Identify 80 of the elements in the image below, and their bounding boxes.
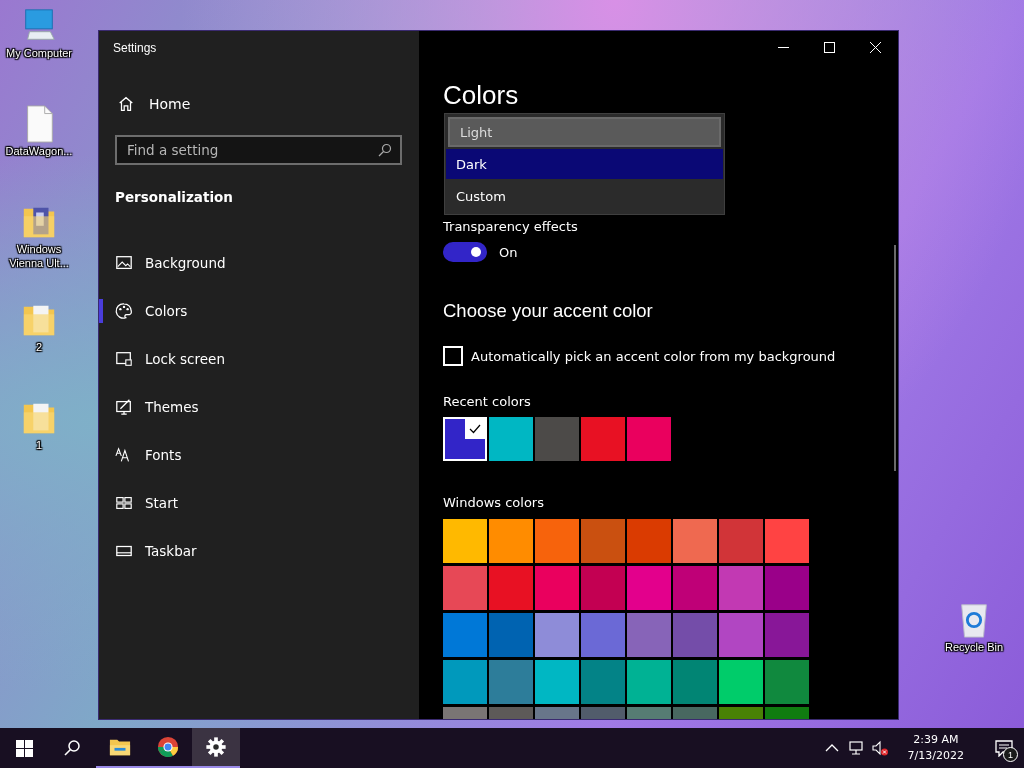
nav-item[interactable]: Colors <box>99 287 419 335</box>
color-swatch[interactable] <box>443 566 487 610</box>
color-swatch[interactable] <box>581 417 625 461</box>
home-icon <box>117 95 135 113</box>
search-icon <box>63 739 81 757</box>
toggle-state: On <box>499 244 518 260</box>
color-swatch[interactable] <box>489 417 533 461</box>
checkbox[interactable] <box>443 346 463 366</box>
subsection-label: Recent colors <box>443 394 532 409</box>
color-swatch[interactable] <box>719 519 763 563</box>
close-icon <box>869 41 881 53</box>
color-swatch[interactable] <box>443 519 487 563</box>
chrome-icon <box>157 736 179 758</box>
nav-item[interactable]: Background <box>99 239 419 287</box>
taskbar-app[interactable] <box>192 728 240 768</box>
lock-screen-icon <box>115 350 133 368</box>
color-swatch[interactable] <box>719 613 763 657</box>
gear-icon <box>205 736 227 758</box>
nav-item[interactable]: Start <box>99 479 419 527</box>
color-swatch[interactable] <box>719 660 763 704</box>
color-swatch[interactable] <box>535 519 579 563</box>
color-swatch[interactable] <box>673 566 717 610</box>
color-swatch[interactable] <box>765 566 809 610</box>
tiles-icon <box>115 494 133 512</box>
color-swatch[interactable] <box>627 660 671 704</box>
subsection-label: Windows colors <box>443 495 545 510</box>
color-swatch[interactable] <box>443 660 487 704</box>
color-swatch[interactable] <box>673 519 717 563</box>
color-swatch[interactable] <box>627 417 671 461</box>
setting-label: Transparency effects <box>443 219 579 234</box>
section-heading: Personalization <box>115 189 233 205</box>
nav-item[interactable]: Taskbar <box>99 527 419 575</box>
color-swatch[interactable] <box>489 613 533 657</box>
desktop-icon-label[interactable]: Recycle Bin <box>936 640 1012 654</box>
network-icon[interactable] <box>847 740 864 756</box>
color-swatch[interactable] <box>719 566 763 610</box>
color-swatch[interactable] <box>489 660 533 704</box>
color-swatch[interactable] <box>765 613 809 657</box>
color-swatch[interactable] <box>627 519 671 563</box>
maximize-icon <box>823 41 835 53</box>
search-field[interactable]: Find a setting <box>115 135 402 165</box>
nav-item[interactable]: Themes <box>99 383 419 431</box>
color-swatch[interactable] <box>535 417 579 461</box>
color-swatch[interactable] <box>535 613 579 657</box>
color-swatch[interactable] <box>489 566 533 610</box>
color-swatch[interactable] <box>673 613 717 657</box>
color-swatch[interactable] <box>673 660 717 704</box>
color-swatch[interactable] <box>581 660 625 704</box>
volume-muted-icon[interactable] <box>871 740 888 756</box>
color-swatch[interactable] <box>581 566 625 610</box>
color-swatch[interactable] <box>489 519 533 563</box>
color-swatch[interactable] <box>765 519 809 563</box>
clock[interactable]: 2:39 AM 7/13/2022 <box>903 732 968 764</box>
nav-item[interactable]: Lock screen <box>99 335 419 383</box>
color-swatch[interactable] <box>581 613 625 657</box>
toggle-switch[interactable] <box>443 242 487 262</box>
color-swatch[interactable] <box>535 660 579 704</box>
color-swatch[interactable] <box>443 417 487 461</box>
dropdown-option[interactable]: Dark <box>446 149 723 179</box>
checkbox-label: Automatically pick an accent color from my background <box>471 348 836 364</box>
color-swatch[interactable] <box>765 660 809 704</box>
windows-logo-icon <box>15 739 33 757</box>
home-link[interactable]: Home <box>115 93 193 115</box>
page-title: Colors <box>443 79 520 111</box>
window-title: Settings <box>113 41 157 55</box>
brush-monitor-icon <box>115 398 133 416</box>
palette-icon <box>115 302 133 320</box>
color-swatch[interactable] <box>535 566 579 610</box>
color-swatch[interactable] <box>627 566 671 610</box>
nav-item[interactable]: Fonts <box>99 431 419 479</box>
color-swatch[interactable] <box>581 519 625 563</box>
notification-button[interactable]: 1 <box>984 728 1024 768</box>
color-swatch[interactable] <box>627 613 671 657</box>
search-icon <box>378 143 392 157</box>
dropdown-option[interactable]: Light <box>448 117 721 147</box>
section-heading: Choose your accent color <box>443 300 654 322</box>
color-swatch[interactable] <box>443 613 487 657</box>
picture-icon <box>115 254 133 272</box>
notification-count: 1 <box>1003 747 1018 762</box>
message-icon <box>995 739 1013 757</box>
